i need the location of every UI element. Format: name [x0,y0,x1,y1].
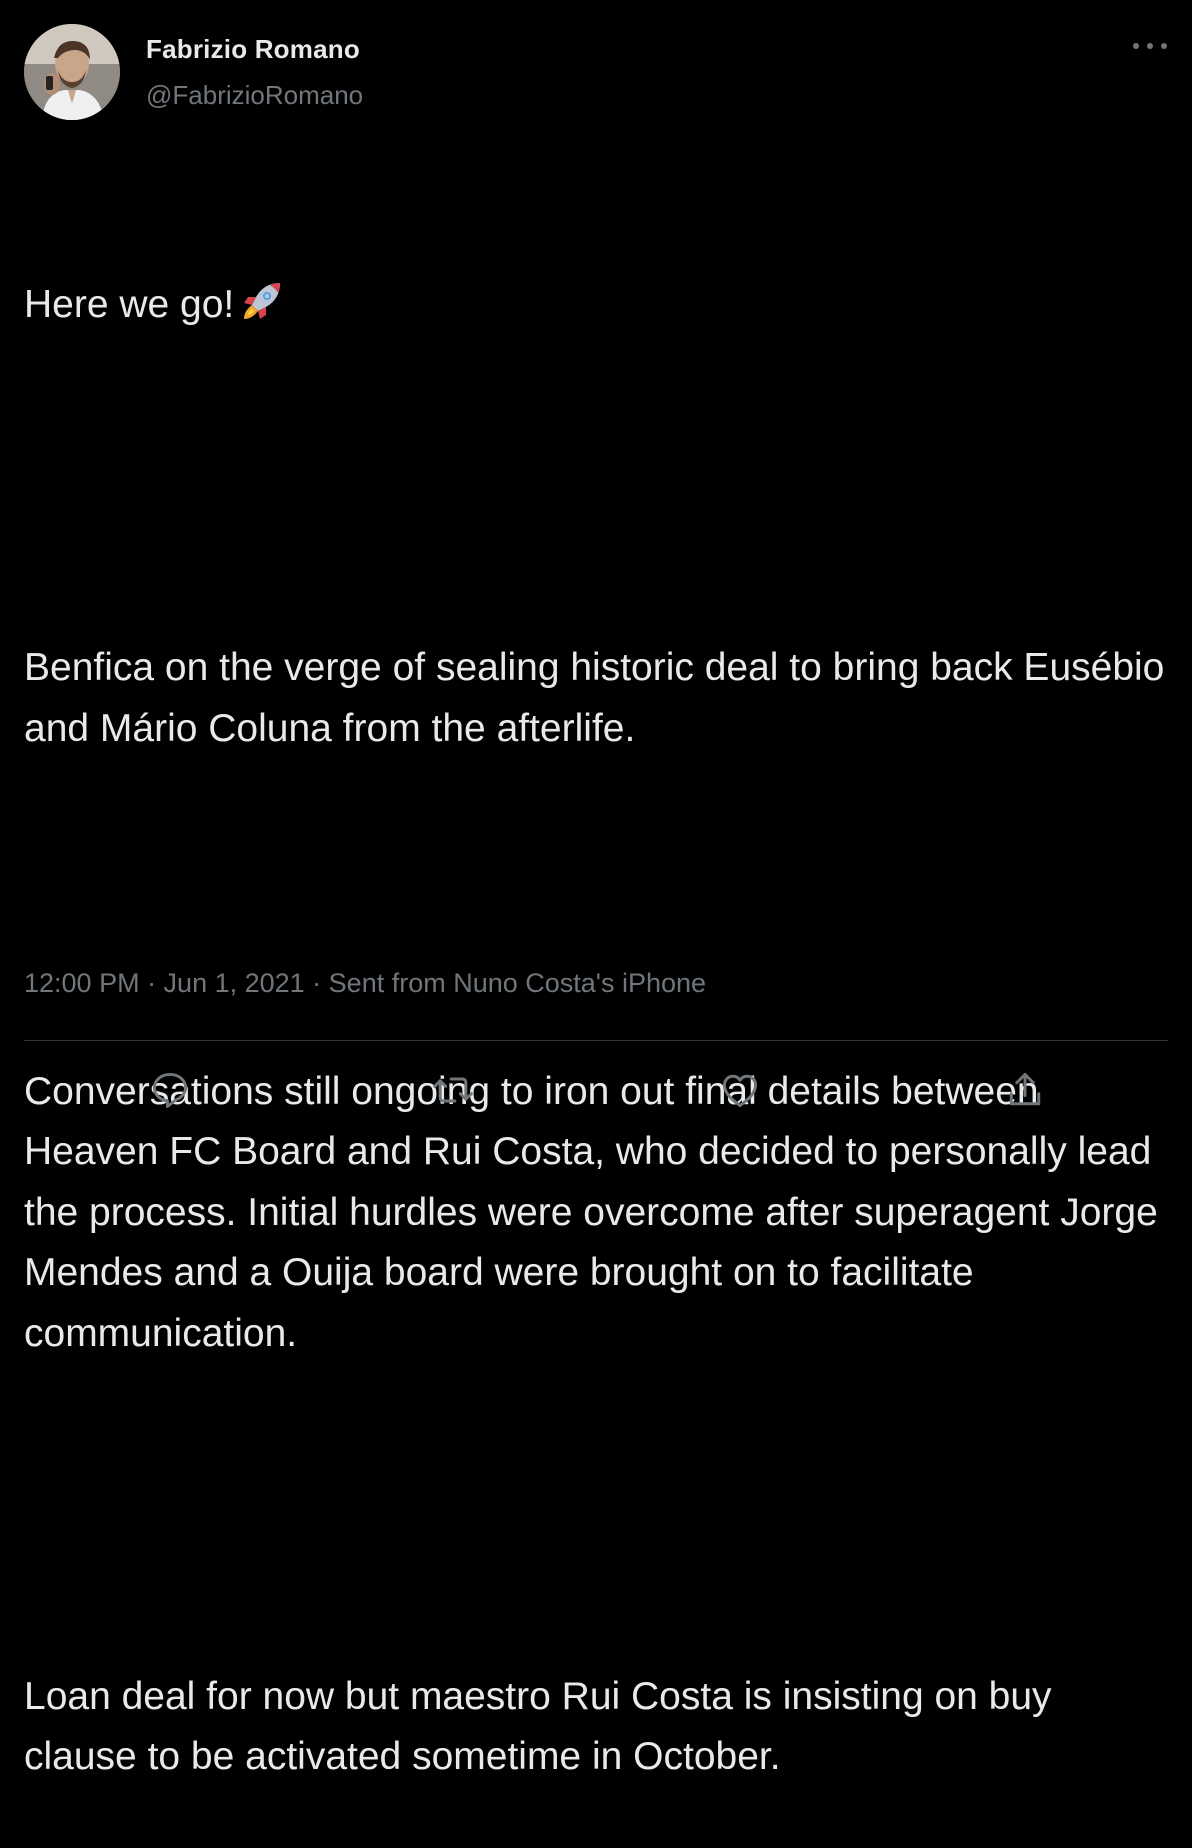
share-icon[interactable] [999,1064,1051,1116]
tweet-paragraph: Benfica on the verge of sealing historic… [24,646,1176,750]
author-handle[interactable]: @FabrizioRomano [146,80,363,111]
tweet-paragraph: Here we go! [24,275,1174,336]
tweet-paragraph: Loan deal for now but maestro Rui Costa … [24,1674,1063,1779]
retweet-icon[interactable] [427,1064,479,1116]
author-name[interactable]: Fabrizio Romano [146,34,360,65]
avatar[interactable] [24,24,120,120]
rocket-icon [240,277,286,323]
tweet-text: Here we go! Benfica on the verge of seal… [24,154,1174,1848]
reply-icon[interactable] [144,1064,196,1116]
divider [24,1040,1168,1041]
tweet-meta[interactable]: 12:00 PM · Jun 1, 2021 · Sent from Nuno … [24,968,706,999]
like-icon[interactable] [714,1064,766,1116]
more-horizontal-icon[interactable] [1130,34,1170,58]
tweet-paragraph-text: Here we go! [24,283,235,326]
avatar-image [24,24,120,120]
action-bar [0,1064,1192,1116]
